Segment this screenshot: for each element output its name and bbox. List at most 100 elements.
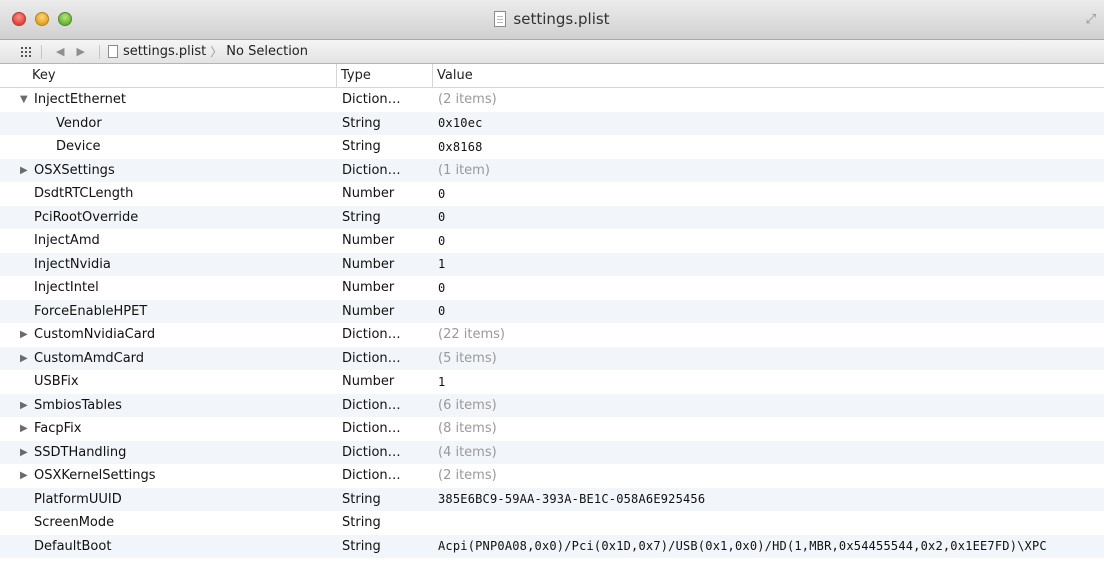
table-row[interactable]: PlatformUUID String 385E6BC9-59AA-393A-BE1… bbox=[0, 487, 1104, 511]
value-cell[interactable]: 0 bbox=[432, 210, 1104, 224]
value-cell[interactable]: 0x8168 bbox=[432, 140, 1104, 154]
column-header-value[interactable]: Value bbox=[432, 64, 1104, 88]
table-row[interactable]: ▶ OSXSettings Diction… (1 item) bbox=[0, 158, 1104, 182]
key-label: PlatformUUID bbox=[34, 491, 122, 507]
type-cell[interactable]: Diction… bbox=[336, 398, 432, 413]
value-cell[interactable]: 0 bbox=[432, 281, 1104, 295]
related-items-grid-icon[interactable] bbox=[21, 46, 33, 57]
table-row[interactable]: ▼ InjectEthernet Diction… (2 items) bbox=[0, 88, 1104, 112]
key-cell: DsdtRTCLength bbox=[0, 186, 336, 201]
type-cell[interactable]: Diction… bbox=[336, 327, 432, 342]
breadcrumb-file[interactable]: settings.plist bbox=[123, 44, 206, 59]
key-label: CustomAmdCard bbox=[34, 350, 145, 366]
value-cell[interactable]: (6 items) bbox=[432, 398, 1104, 413]
key-label: SmbiosTables bbox=[34, 397, 122, 413]
disclosure-triangle-expanded-icon[interactable]: ▼ bbox=[20, 94, 34, 105]
type-cell[interactable]: Number bbox=[336, 374, 432, 389]
type-cell[interactable]: Number bbox=[336, 280, 432, 295]
key-cell: USBFix bbox=[0, 374, 336, 389]
type-cell[interactable]: Number bbox=[336, 186, 432, 201]
disclosure-triangle-collapsed-icon[interactable]: ▶ bbox=[20, 447, 34, 458]
forward-arrow-icon[interactable]: ▶ bbox=[76, 45, 84, 58]
table-row[interactable]: ForceEnableHPET Number 0 bbox=[0, 299, 1104, 323]
type-cell[interactable]: Number bbox=[336, 257, 432, 272]
key-label: CustomNvidiaCard bbox=[34, 327, 156, 343]
type-cell[interactable]: String bbox=[336, 116, 432, 131]
value-cell[interactable]: (2 items) bbox=[432, 92, 1104, 107]
type-cell[interactable]: Number bbox=[336, 304, 432, 319]
value-cell[interactable]: (1 item) bbox=[432, 163, 1104, 178]
value-cell[interactable]: Acpi(PNP0A08,0x0)/Pci(0x1D,0x7)/USB(0x1,… bbox=[432, 539, 1104, 553]
table-row[interactable]: ▶ CustomNvidiaCard Diction… (22 items) bbox=[0, 323, 1104, 347]
title-bar: settings.plist ⤢ bbox=[0, 0, 1104, 40]
key-label: OSXKernelSettings bbox=[34, 468, 156, 484]
table-row[interactable]: ScreenMode String bbox=[0, 511, 1104, 535]
value-cell[interactable]: 1 bbox=[432, 257, 1104, 271]
key-label: Device bbox=[56, 139, 101, 155]
table-row[interactable]: PciRootOverride String 0 bbox=[0, 205, 1104, 229]
value-cell[interactable]: (2 items) bbox=[432, 468, 1104, 483]
table-row[interactable]: Device String 0x8168 bbox=[0, 135, 1104, 159]
plist-file-icon bbox=[107, 45, 118, 58]
disclosure-triangle-collapsed-icon[interactable]: ▶ bbox=[20, 165, 34, 176]
table-row[interactable]: ▶ OSXKernelSettings Diction… (2 items) bbox=[0, 464, 1104, 488]
key-cell: ForceEnableHPET bbox=[0, 304, 336, 319]
disclosure-triangle-collapsed-icon[interactable]: ▶ bbox=[20, 329, 34, 340]
plist-table: Key Type Value ▼ InjectEthernet Diction… (2… bbox=[0, 64, 1104, 558]
type-cell[interactable]: String bbox=[336, 492, 432, 507]
table-row[interactable]: DefaultBoot String Acpi(PNP0A08,0x0)/Pci(0… bbox=[0, 534, 1104, 558]
plist-editor-window: settings.plist ⤢ ◀ ▶ settings.plist 〉 No… bbox=[0, 0, 1104, 566]
type-cell[interactable]: String bbox=[336, 210, 432, 225]
type-cell[interactable]: Diction… bbox=[336, 445, 432, 460]
table-row[interactable]: InjectNvidia Number 1 bbox=[0, 252, 1104, 276]
value-cell[interactable]: 0x10ec bbox=[432, 116, 1104, 130]
type-cell[interactable]: String bbox=[336, 139, 432, 154]
type-cell[interactable]: Diction… bbox=[336, 351, 432, 366]
key-label: SSDTHandling bbox=[34, 444, 127, 460]
table-row[interactable]: ▶ SSDTHandling Diction… (4 items) bbox=[0, 440, 1104, 464]
column-header-type[interactable]: Type bbox=[336, 64, 432, 88]
value-cell[interactable]: (4 items) bbox=[432, 445, 1104, 460]
value-cell[interactable]: 0 bbox=[432, 187, 1104, 201]
type-cell[interactable]: Diction… bbox=[336, 421, 432, 436]
disclosure-triangle-collapsed-icon[interactable]: ▶ bbox=[20, 470, 34, 481]
value-cell[interactable]: 1 bbox=[432, 375, 1104, 389]
key-label: PciRootOverride bbox=[34, 209, 139, 225]
key-cell: ▶ OSXKernelSettings bbox=[0, 468, 336, 483]
table-row[interactable]: ▶ FacpFix Diction… (8 items) bbox=[0, 417, 1104, 441]
key-cell: ▶ CustomAmdCard bbox=[0, 351, 336, 366]
table-row[interactable]: InjectIntel Number 0 bbox=[0, 276, 1104, 300]
type-cell[interactable]: Number bbox=[336, 233, 432, 248]
table-row[interactable]: InjectAmd Number 0 bbox=[0, 229, 1104, 253]
key-label: InjectIntel bbox=[34, 280, 99, 296]
table-row[interactable]: DsdtRTCLength Number 0 bbox=[0, 182, 1104, 206]
back-arrow-icon[interactable]: ◀ bbox=[56, 45, 64, 58]
type-cell[interactable]: String bbox=[336, 539, 432, 554]
table-row[interactable]: ▶ SmbiosTables Diction… (6 items) bbox=[0, 393, 1104, 417]
disclosure-triangle-collapsed-icon[interactable]: ▶ bbox=[20, 353, 34, 364]
key-label: InjectEthernet bbox=[34, 92, 126, 108]
key-cell: InjectAmd bbox=[0, 233, 336, 248]
type-cell[interactable]: Diction… bbox=[336, 92, 432, 107]
value-cell[interactable]: 0 bbox=[432, 304, 1104, 318]
breadcrumb-selection[interactable]: No Selection bbox=[226, 44, 308, 59]
disclosure-triangle-collapsed-icon[interactable]: ▶ bbox=[20, 423, 34, 434]
value-cell[interactable]: 0 bbox=[432, 234, 1104, 248]
value-cell[interactable]: 385E6BC9-59AA-393A-BE1C-058A6E925456 bbox=[432, 492, 1104, 506]
value-cell[interactable]: (5 items) bbox=[432, 351, 1104, 366]
table-row[interactable]: USBFix Number 1 bbox=[0, 370, 1104, 394]
column-header-key[interactable]: Key bbox=[0, 64, 336, 88]
disclosure-triangle-collapsed-icon[interactable]: ▶ bbox=[20, 400, 34, 411]
value-cell[interactable]: (8 items) bbox=[432, 421, 1104, 436]
type-cell[interactable]: Diction… bbox=[336, 468, 432, 483]
table-row[interactable]: Vendor String 0x10ec bbox=[0, 111, 1104, 135]
type-cell[interactable]: String bbox=[336, 515, 432, 530]
value-cell[interactable]: (22 items) bbox=[432, 327, 1104, 342]
type-cell[interactable]: Diction… bbox=[336, 163, 432, 178]
fullscreen-arrows-icon[interactable]: ⤢ bbox=[1086, 12, 1096, 27]
key-cell: Vendor bbox=[0, 116, 336, 131]
key-cell: ScreenMode bbox=[0, 515, 336, 530]
table-row[interactable]: ▶ CustomAmdCard Diction… (5 items) bbox=[0, 346, 1104, 370]
separator bbox=[98, 44, 100, 59]
key-label: DefaultBoot bbox=[34, 538, 112, 554]
